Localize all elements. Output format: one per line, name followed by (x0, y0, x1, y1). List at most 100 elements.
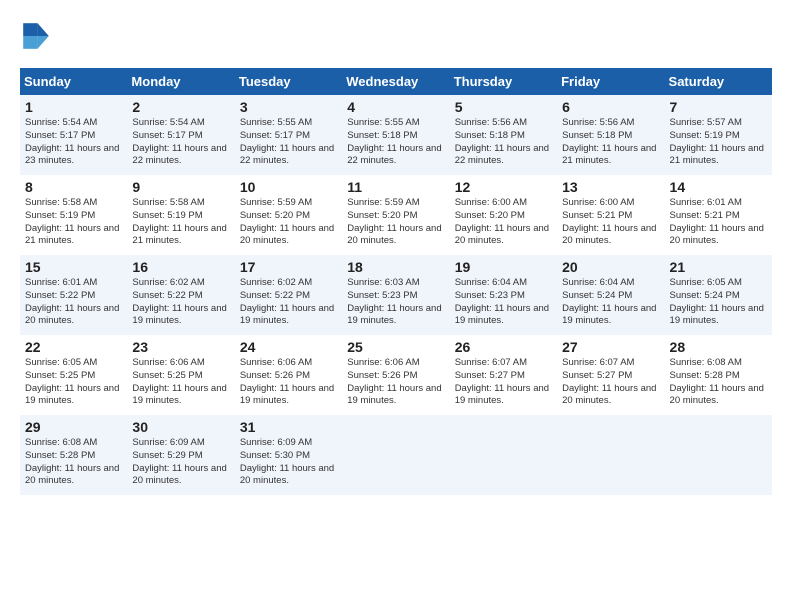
weekday-header: Friday (557, 68, 664, 95)
calendar-day-cell: 9 Sunrise: 5:58 AMSunset: 5:19 PMDayligh… (127, 175, 234, 255)
day-number: 26 (455, 339, 552, 355)
day-info: Sunrise: 6:08 AMSunset: 5:28 PMDaylight:… (25, 437, 119, 486)
day-number: 17 (240, 259, 337, 275)
day-info: Sunrise: 6:08 AMSunset: 5:28 PMDaylight:… (670, 357, 764, 406)
calendar-day-cell: 14 Sunrise: 6:01 AMSunset: 5:21 PMDaylig… (665, 175, 772, 255)
day-info: Sunrise: 6:09 AMSunset: 5:29 PMDaylight:… (132, 437, 226, 486)
day-info: Sunrise: 6:07 AMSunset: 5:27 PMDaylight:… (455, 357, 549, 406)
day-number: 20 (562, 259, 659, 275)
day-number: 3 (240, 99, 337, 115)
calendar-day-cell: 30 Sunrise: 6:09 AMSunset: 5:29 PMDaylig… (127, 415, 234, 495)
calendar-day-cell (450, 415, 557, 495)
calendar-week-row: 22 Sunrise: 6:05 AMSunset: 5:25 PMDaylig… (20, 335, 772, 415)
calendar-day-cell: 23 Sunrise: 6:06 AMSunset: 5:25 PMDaylig… (127, 335, 234, 415)
calendar-day-cell: 11 Sunrise: 5:59 AMSunset: 5:20 PMDaylig… (342, 175, 449, 255)
day-number: 10 (240, 179, 337, 195)
day-info: Sunrise: 6:07 AMSunset: 5:27 PMDaylight:… (562, 357, 656, 406)
calendar-day-cell: 18 Sunrise: 6:03 AMSunset: 5:23 PMDaylig… (342, 255, 449, 335)
calendar-week-row: 29 Sunrise: 6:08 AMSunset: 5:28 PMDaylig… (20, 415, 772, 495)
day-info: Sunrise: 6:05 AMSunset: 5:25 PMDaylight:… (25, 357, 119, 406)
calendar-header: SundayMondayTuesdayWednesdayThursdayFrid… (20, 68, 772, 95)
calendar-day-cell: 20 Sunrise: 6:04 AMSunset: 5:24 PMDaylig… (557, 255, 664, 335)
day-info: Sunrise: 5:55 AMSunset: 5:18 PMDaylight:… (347, 117, 441, 166)
day-number: 7 (670, 99, 767, 115)
day-number: 30 (132, 419, 229, 435)
day-number: 19 (455, 259, 552, 275)
weekday-header: Thursday (450, 68, 557, 95)
day-info: Sunrise: 6:00 AMSunset: 5:20 PMDaylight:… (455, 197, 549, 246)
day-number: 4 (347, 99, 444, 115)
day-info: Sunrise: 6:04 AMSunset: 5:24 PMDaylight:… (562, 277, 656, 326)
day-info: Sunrise: 6:06 AMSunset: 5:26 PMDaylight:… (347, 357, 441, 406)
calendar-day-cell: 28 Sunrise: 6:08 AMSunset: 5:28 PMDaylig… (665, 335, 772, 415)
calendar-day-cell: 17 Sunrise: 6:02 AMSunset: 5:22 PMDaylig… (235, 255, 342, 335)
day-info: Sunrise: 5:55 AMSunset: 5:17 PMDaylight:… (240, 117, 334, 166)
day-number: 6 (562, 99, 659, 115)
day-info: Sunrise: 5:58 AMSunset: 5:19 PMDaylight:… (132, 197, 226, 246)
calendar-week-row: 8 Sunrise: 5:58 AMSunset: 5:19 PMDayligh… (20, 175, 772, 255)
day-number: 9 (132, 179, 229, 195)
day-info: Sunrise: 5:58 AMSunset: 5:19 PMDaylight:… (25, 197, 119, 246)
weekday-header: Wednesday (342, 68, 449, 95)
calendar-day-cell: 22 Sunrise: 6:05 AMSunset: 5:25 PMDaylig… (20, 335, 127, 415)
weekday-header: Tuesday (235, 68, 342, 95)
day-number: 11 (347, 179, 444, 195)
calendar-day-cell: 29 Sunrise: 6:08 AMSunset: 5:28 PMDaylig… (20, 415, 127, 495)
calendar-day-cell: 5 Sunrise: 5:56 AMSunset: 5:18 PMDayligh… (450, 95, 557, 175)
calendar-day-cell (665, 415, 772, 495)
day-info: Sunrise: 5:59 AMSunset: 5:20 PMDaylight:… (240, 197, 334, 246)
calendar-day-cell: 10 Sunrise: 5:59 AMSunset: 5:20 PMDaylig… (235, 175, 342, 255)
calendar-day-cell: 13 Sunrise: 6:00 AMSunset: 5:21 PMDaylig… (557, 175, 664, 255)
day-info: Sunrise: 5:56 AMSunset: 5:18 PMDaylight:… (562, 117, 656, 166)
weekday-header: Sunday (20, 68, 127, 95)
day-number: 15 (25, 259, 122, 275)
day-info: Sunrise: 6:01 AMSunset: 5:21 PMDaylight:… (670, 197, 764, 246)
calendar-day-cell: 25 Sunrise: 6:06 AMSunset: 5:26 PMDaylig… (342, 335, 449, 415)
calendar-week-row: 15 Sunrise: 6:01 AMSunset: 5:22 PMDaylig… (20, 255, 772, 335)
calendar-day-cell: 21 Sunrise: 6:05 AMSunset: 5:24 PMDaylig… (665, 255, 772, 335)
calendar-day-cell: 6 Sunrise: 5:56 AMSunset: 5:18 PMDayligh… (557, 95, 664, 175)
day-info: Sunrise: 6:05 AMSunset: 5:24 PMDaylight:… (670, 277, 764, 326)
day-info: Sunrise: 6:02 AMSunset: 5:22 PMDaylight:… (132, 277, 226, 326)
day-number: 14 (670, 179, 767, 195)
calendar-day-cell (342, 415, 449, 495)
calendar-day-cell: 2 Sunrise: 5:54 AMSunset: 5:17 PMDayligh… (127, 95, 234, 175)
day-number: 31 (240, 419, 337, 435)
calendar-day-cell: 19 Sunrise: 6:04 AMSunset: 5:23 PMDaylig… (450, 255, 557, 335)
day-number: 12 (455, 179, 552, 195)
day-number: 13 (562, 179, 659, 195)
day-number: 2 (132, 99, 229, 115)
calendar-day-cell (557, 415, 664, 495)
day-number: 22 (25, 339, 122, 355)
calendar-day-cell: 1 Sunrise: 5:54 AMSunset: 5:17 PMDayligh… (20, 95, 127, 175)
day-info: Sunrise: 6:02 AMSunset: 5:22 PMDaylight:… (240, 277, 334, 326)
calendar-day-cell: 31 Sunrise: 6:09 AMSunset: 5:30 PMDaylig… (235, 415, 342, 495)
day-info: Sunrise: 6:03 AMSunset: 5:23 PMDaylight:… (347, 277, 441, 326)
day-number: 23 (132, 339, 229, 355)
calendar-table: SundayMondayTuesdayWednesdayThursdayFrid… (20, 68, 772, 495)
day-info: Sunrise: 6:09 AMSunset: 5:30 PMDaylight:… (240, 437, 334, 486)
weekday-header: Monday (127, 68, 234, 95)
logo (20, 20, 56, 52)
logo-icon (20, 20, 52, 52)
day-info: Sunrise: 6:00 AMSunset: 5:21 PMDaylight:… (562, 197, 656, 246)
calendar-day-cell: 4 Sunrise: 5:55 AMSunset: 5:18 PMDayligh… (342, 95, 449, 175)
weekday-header: Saturday (665, 68, 772, 95)
day-info: Sunrise: 5:54 AMSunset: 5:17 PMDaylight:… (25, 117, 119, 166)
day-number: 28 (670, 339, 767, 355)
day-info: Sunrise: 5:54 AMSunset: 5:17 PMDaylight:… (132, 117, 226, 166)
day-info: Sunrise: 6:06 AMSunset: 5:25 PMDaylight:… (132, 357, 226, 406)
day-info: Sunrise: 5:56 AMSunset: 5:18 PMDaylight:… (455, 117, 549, 166)
day-number: 5 (455, 99, 552, 115)
day-number: 21 (670, 259, 767, 275)
day-info: Sunrise: 6:01 AMSunset: 5:22 PMDaylight:… (25, 277, 119, 326)
day-number: 29 (25, 419, 122, 435)
calendar-day-cell: 12 Sunrise: 6:00 AMSunset: 5:20 PMDaylig… (450, 175, 557, 255)
calendar-day-cell: 7 Sunrise: 5:57 AMSunset: 5:19 PMDayligh… (665, 95, 772, 175)
day-number: 1 (25, 99, 122, 115)
calendar-week-row: 1 Sunrise: 5:54 AMSunset: 5:17 PMDayligh… (20, 95, 772, 175)
calendar-day-cell: 24 Sunrise: 6:06 AMSunset: 5:26 PMDaylig… (235, 335, 342, 415)
day-number: 25 (347, 339, 444, 355)
page-header (20, 20, 772, 52)
day-number: 24 (240, 339, 337, 355)
